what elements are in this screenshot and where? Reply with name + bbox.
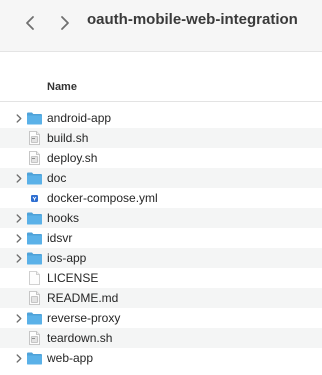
file-row[interactable]: deploy.sh <box>0 148 322 168</box>
column-header-name[interactable]: Name <box>0 74 322 102</box>
shell-script-icon <box>26 130 43 146</box>
disclosure-triangle-icon[interactable] <box>14 353 24 363</box>
folder-row[interactable]: idsvr <box>0 228 322 248</box>
shell-script-icon <box>26 330 43 346</box>
back-button[interactable] <box>18 12 42 34</box>
folder-icon <box>26 310 43 326</box>
item-name: ios-app <box>47 251 87 265</box>
chevron-left-icon <box>26 16 34 30</box>
shell-script-icon <box>26 150 43 166</box>
file-row[interactable]: build.sh <box>0 128 322 148</box>
disclosure-triangle-icon[interactable] <box>14 113 24 123</box>
folder-icon <box>26 110 43 126</box>
folder-row[interactable]: reverse-proxy <box>0 308 322 328</box>
document-icon <box>26 270 43 286</box>
folder-row[interactable]: doc <box>0 168 322 188</box>
folder-icon <box>26 230 43 246</box>
disclosure-triangle-icon[interactable] <box>14 233 24 243</box>
folder-icon <box>26 250 43 266</box>
item-name: doc <box>47 171 67 185</box>
markdown-file-icon <box>26 290 43 306</box>
yaml-file-icon <box>26 190 43 206</box>
file-list-view: Name android-app build.sh deploy.sh doc dock… <box>0 52 322 375</box>
finder-toolbar: oauth-mobile-web-integration <box>0 0 322 52</box>
folder-icon <box>26 210 43 226</box>
forward-button[interactable] <box>53 12 77 34</box>
disclosure-triangle-icon[interactable] <box>14 213 24 223</box>
item-name: teardown.sh <box>47 331 113 345</box>
disclosure-triangle-icon[interactable] <box>14 253 24 263</box>
file-row[interactable]: README.md <box>0 288 322 308</box>
folder-row[interactable]: android-app <box>0 108 322 128</box>
item-name: build.sh <box>47 131 89 145</box>
folder-row[interactable]: ios-app <box>0 248 322 268</box>
item-name: reverse-proxy <box>47 311 121 325</box>
item-name: idsvr <box>47 231 73 245</box>
item-name: deploy.sh <box>47 151 98 165</box>
item-name: web-app <box>47 351 94 365</box>
chevron-right-icon <box>61 16 69 30</box>
window-title: oauth-mobile-web-integration <box>87 11 298 28</box>
disclosure-triangle-icon[interactable] <box>14 173 24 183</box>
item-name: android-app <box>47 111 112 125</box>
item-name: hooks <box>47 211 80 225</box>
file-row[interactable]: LICENSE <box>0 268 322 288</box>
folder-icon <box>26 350 43 366</box>
column-header-label: Name <box>47 81 77 93</box>
item-name: README.md <box>47 291 119 305</box>
folder-row[interactable]: web-app <box>0 348 322 368</box>
file-row[interactable]: docker-compose.yml <box>0 188 322 208</box>
file-row[interactable]: teardown.sh <box>0 328 322 348</box>
file-list: android-app build.sh deploy.sh doc docker-co… <box>0 108 322 368</box>
item-name: docker-compose.yml <box>47 191 158 205</box>
folder-row[interactable]: hooks <box>0 208 322 228</box>
item-name: LICENSE <box>47 271 99 285</box>
folder-icon <box>26 170 43 186</box>
disclosure-triangle-icon[interactable] <box>14 313 24 323</box>
